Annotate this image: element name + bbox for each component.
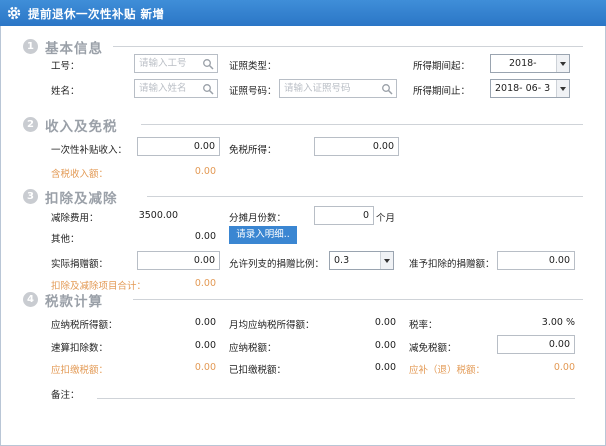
- search-icon[interactable]: [202, 83, 214, 95]
- paid-tax-value: 0.00: [374, 362, 396, 373]
- monthly-taxable-value: 0.00: [374, 317, 396, 328]
- refund-tax-label: 应补（退）税额：: [409, 365, 486, 376]
- monthly-taxable-label: 月均应纳税所得额：: [229, 320, 315, 331]
- chevron-down-icon[interactable]: [380, 252, 393, 269]
- months-input[interactable]: 0: [314, 206, 374, 225]
- window-title: 提前退休一次性补贴 新增: [28, 7, 165, 21]
- enter-details-button[interactable]: 请录入明细..: [229, 226, 297, 244]
- section-number-4: 4: [23, 292, 38, 307]
- refund-tax-value: 0.00: [553, 362, 575, 373]
- section-divider: [133, 299, 583, 300]
- taxable-amount-label: 应纳税所得额：: [51, 320, 118, 331]
- name-input[interactable]: 请输入姓名: [134, 79, 218, 98]
- tax-payable-label: 应纳税额：: [229, 343, 277, 354]
- search-icon[interactable]: [381, 83, 393, 95]
- section-title-tax: 税款计算: [45, 294, 103, 310]
- section-number-2: 2: [23, 117, 38, 132]
- tax-exemption-input[interactable]: 0.00: [497, 335, 575, 354]
- name-label: 姓名：: [51, 86, 80, 97]
- exempt-income-label: 免税所得：: [229, 145, 277, 156]
- withhold-tax-value: 0.00: [194, 362, 216, 373]
- period-start-label: 所得期间起：: [413, 61, 471, 72]
- months-label: 分摊月份数：: [229, 213, 287, 224]
- section-divider: [147, 196, 583, 197]
- remark-label: 备注：: [51, 390, 80, 401]
- deduction-total-value: 0.00: [194, 278, 216, 289]
- emp-id-input[interactable]: 请输入工号: [134, 54, 218, 73]
- id-number-input[interactable]: 请输入证照号码: [279, 79, 397, 98]
- section-number-1: 1: [23, 39, 38, 54]
- emp-id-label: 工号：: [51, 61, 80, 72]
- actual-donation-input[interactable]: 0.00: [137, 251, 220, 270]
- section-divider: [113, 46, 583, 47]
- taxable-amount-value: 0.00: [194, 317, 216, 328]
- allowed-donation-input[interactable]: 0.00: [497, 251, 575, 270]
- period-end-select[interactable]: 2018- 06- 3: [490, 79, 570, 98]
- period-start-select[interactable]: 2018-: [490, 54, 570, 73]
- exempt-income-input[interactable]: 0.00: [314, 137, 399, 156]
- tax-rate-value: 3.00 %: [541, 317, 575, 328]
- dialog-body: 1 基本信息 工号： 请输入工号 证照类型： 所得期间起： 2018- 姓名： …: [0, 26, 606, 446]
- allowed-donation-label: 准予扣除的捐赠额：: [409, 259, 495, 270]
- chevron-down-icon[interactable]: [556, 80, 569, 97]
- section-title-basic: 基本信息: [45, 41, 103, 57]
- id-number-label: 证照号码：: [229, 86, 277, 97]
- taxable-income-value: 0.00: [194, 166, 216, 177]
- actual-donation-label: 实际捐赠额：: [51, 259, 109, 270]
- tax-rate-label: 税率：: [409, 320, 438, 331]
- months-unit: 个月: [376, 213, 396, 224]
- section-title-deduction: 扣除及减除: [45, 191, 118, 207]
- reduction-fee-value: 3500.00: [138, 210, 178, 221]
- tax-payable-value: 0.00: [374, 340, 396, 351]
- id-type-label: 证照类型：: [229, 61, 277, 72]
- donation-ratio-label: 允许列支的捐赠比例：: [229, 259, 325, 270]
- tax-exemption-label: 减免税额：: [409, 343, 457, 354]
- chevron-down-icon[interactable]: [556, 55, 569, 72]
- other-value: 0.00: [194, 231, 216, 242]
- taxable-income-label: 含税收入额：: [51, 169, 109, 180]
- reduction-fee-label: 减除费用：: [51, 213, 99, 224]
- period-end-label: 所得期间止：: [413, 86, 471, 97]
- lump-sum-label: 一次性补贴收入：: [51, 145, 128, 156]
- section-divider: [141, 124, 583, 125]
- title-bar: 提前退休一次性补贴 新增: [0, 0, 606, 26]
- remark-input[interactable]: [97, 398, 575, 399]
- quick-deduction-label: 速算扣除数：: [51, 343, 109, 354]
- other-label: 其他：: [51, 234, 80, 245]
- section-title-income: 收入及免税: [45, 119, 118, 135]
- withhold-tax-label: 应扣缴税额：: [51, 365, 109, 376]
- quick-deduction-value: 0.00: [194, 340, 216, 351]
- search-icon[interactable]: [202, 58, 214, 70]
- gear-icon: [7, 6, 21, 20]
- lump-sum-input[interactable]: 0.00: [137, 137, 220, 156]
- donation-ratio-select[interactable]: 0.3: [329, 251, 394, 270]
- paid-tax-label: 已扣缴税额：: [229, 365, 287, 376]
- section-number-3: 3: [23, 189, 38, 204]
